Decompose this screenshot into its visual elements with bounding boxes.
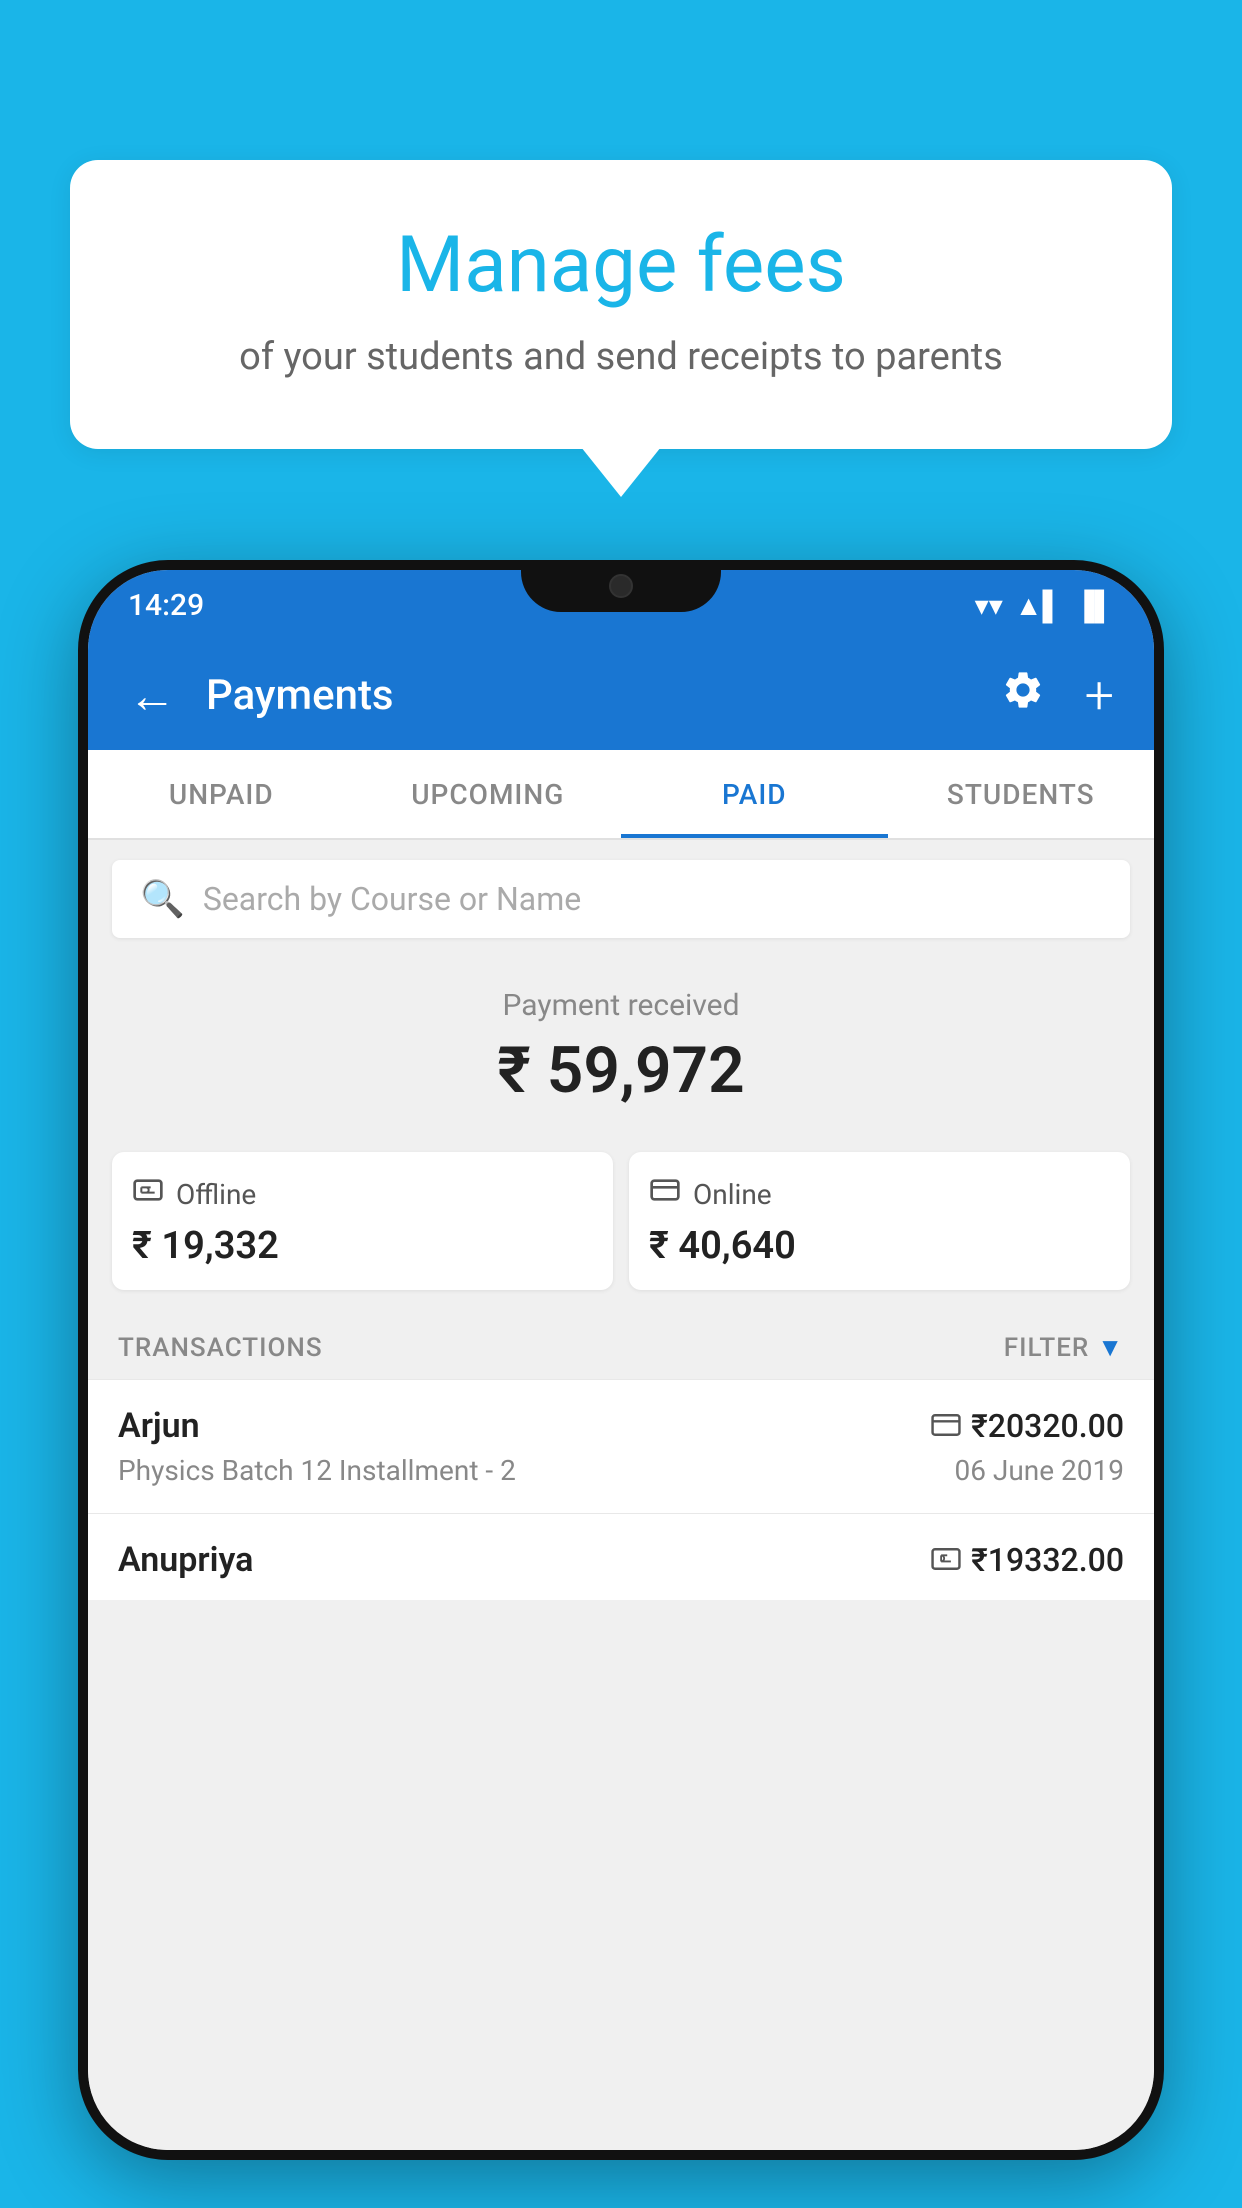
battery-icon: ▐▌ [1074, 589, 1114, 622]
app-bar-title: Payments [206, 671, 971, 720]
transaction-bottom: Physics Batch 12 Installment - 2 06 June… [118, 1454, 1124, 1487]
add-button[interactable]: + [1075, 655, 1124, 736]
transaction-amount: ₹20320.00 [971, 1407, 1124, 1445]
transactions-header: TRANSACTIONS FILTER ▼ [88, 1310, 1154, 1379]
filter-icon: ▼ [1097, 1332, 1124, 1363]
tab-upcoming[interactable]: UPCOMING [355, 750, 622, 838]
online-type: Online [693, 1178, 772, 1211]
offline-amount: ₹ 19,332 [132, 1224, 593, 1268]
transaction-name: Anupriya [118, 1540, 253, 1580]
settings-button[interactable] [991, 658, 1055, 733]
payment-received-amount: ₹ 59,972 [112, 1033, 1130, 1108]
transaction-amount-wrap: ₹20320.00 [931, 1407, 1124, 1445]
phone-screen: 14:29 ▾▾ ▲▌ ▐▌ ← Payments + UNPAID [88, 570, 1154, 2150]
tab-unpaid[interactable]: UNPAID [88, 750, 355, 838]
bubble-title: Manage fees [120, 220, 1122, 311]
gear-icon [1001, 668, 1045, 712]
offline-card-header: Offline [132, 1174, 593, 1214]
payment-received-label: Payment received [112, 988, 1130, 1023]
app-bar: ← Payments + [88, 640, 1154, 750]
rupee-icon [931, 1548, 961, 1570]
transaction-amount-wrap: ₹19332.00 [931, 1541, 1124, 1579]
offline-card: Offline ₹ 19,332 [112, 1152, 613, 1290]
transaction-top: Anupriya ₹19332.00 [118, 1540, 1124, 1580]
speech-bubble: Manage fees of your students and send re… [70, 160, 1172, 449]
card-online-icon [649, 1174, 681, 1206]
back-button[interactable]: ← [118, 657, 186, 734]
payment-received-section: Payment received ₹ 59,972 [88, 958, 1154, 1152]
rupee-payment-icon [931, 1544, 961, 1577]
signal-icon: ▲▌ [1015, 589, 1063, 622]
transaction-row[interactable]: Arjun ₹20320.00 Physics Batch 12 Install… [88, 1379, 1154, 1513]
transaction-top: Arjun ₹20320.00 [118, 1406, 1124, 1446]
transaction-name: Arjun [118, 1406, 200, 1446]
status-icons: ▾▾ ▲▌ ▐▌ [975, 589, 1114, 622]
tab-paid[interactable]: PAID [621, 750, 888, 838]
filter-button[interactable]: FILTER ▼ [1004, 1332, 1124, 1363]
wifi-icon: ▾▾ [975, 589, 1003, 622]
card-icon [931, 1414, 961, 1436]
status-time: 14:29 [128, 588, 204, 623]
offline-type: Offline [176, 1178, 256, 1211]
transaction-row[interactable]: Anupriya ₹19332.00 [88, 1513, 1154, 1600]
content-area: 🔍 Search by Course or Name Payment recei… [88, 840, 1154, 2150]
phone-camera [609, 574, 633, 598]
rupee-offline-icon [132, 1174, 164, 1206]
search-placeholder: Search by Course or Name [203, 880, 581, 918]
bubble-subtitle: of your students and send receipts to pa… [120, 335, 1122, 379]
online-card: Online ₹ 40,640 [629, 1152, 1130, 1290]
phone-notch [521, 560, 721, 612]
transaction-date: 06 June 2019 [954, 1454, 1124, 1487]
online-card-header: Online [649, 1174, 1110, 1214]
transaction-course: Physics Batch 12 Installment - 2 [118, 1454, 516, 1487]
online-amount: ₹ 40,640 [649, 1224, 1110, 1268]
search-icon: 🔍 [140, 878, 185, 920]
tab-students[interactable]: STUDENTS [888, 750, 1155, 838]
search-bar[interactable]: 🔍 Search by Course or Name [112, 860, 1130, 938]
payment-cards: Offline ₹ 19,332 Online [88, 1152, 1154, 1310]
transactions-label: TRANSACTIONS [118, 1333, 323, 1363]
filter-label: FILTER [1004, 1333, 1089, 1363]
online-icon [649, 1174, 681, 1214]
tabs-bar: UNPAID UPCOMING PAID STUDENTS [88, 750, 1154, 840]
phone-frame: 14:29 ▾▾ ▲▌ ▐▌ ← Payments + UNPAID [78, 560, 1164, 2160]
offline-icon [132, 1174, 164, 1214]
transaction-amount: ₹19332.00 [971, 1541, 1124, 1579]
card-payment-icon [931, 1410, 961, 1443]
